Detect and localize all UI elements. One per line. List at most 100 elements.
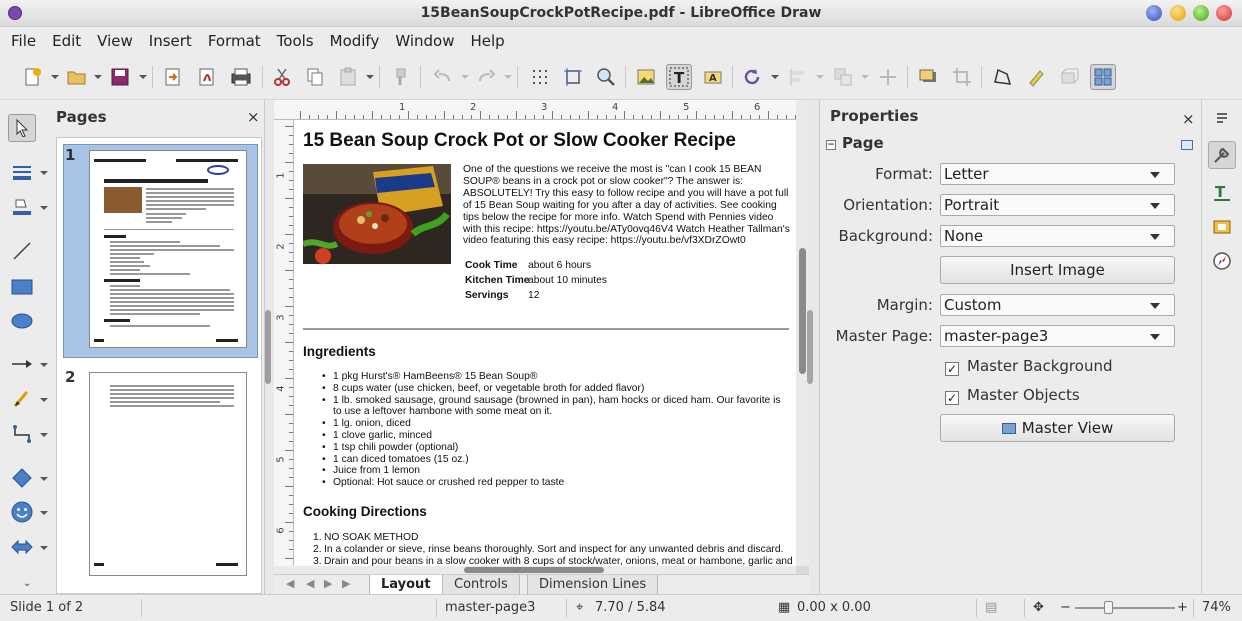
minimize-window-button[interactable]	[1170, 5, 1186, 21]
print-icon[interactable]	[228, 64, 254, 90]
rectangle-icon[interactable]	[8, 273, 36, 301]
select-icon[interactable]	[8, 114, 36, 142]
page-section-header[interactable]: − Page	[826, 134, 884, 152]
ingredients-list[interactable]: 1 pkg Hurst's® HamBeens® 15 Bean Soup®8 …	[322, 371, 792, 489]
collapse-icon[interactable]: −	[826, 140, 836, 150]
tab-layout[interactable]: Layout	[369, 575, 443, 595]
redo-icon[interactable]	[473, 64, 499, 90]
page-thumbnail-2[interactable]	[89, 372, 247, 576]
zoom-slider-handle[interactable]	[1104, 601, 1113, 614]
zoom-in-button[interactable]: +	[1177, 600, 1188, 615]
prev-tab-icon[interactable]: ◀	[306, 577, 314, 590]
horizontal-scrollbar[interactable]	[274, 566, 796, 574]
cut-icon[interactable]	[269, 64, 295, 90]
shadow-icon[interactable]	[915, 64, 941, 90]
more-options-icon[interactable]	[1181, 140, 1193, 150]
fontwork-icon[interactable]: A	[700, 64, 726, 90]
connector-icon[interactable]	[8, 420, 36, 448]
recipe-title[interactable]: 15 Bean Soup Crock Pot or Slow Cooker Re…	[303, 130, 736, 152]
helplines-icon[interactable]	[560, 64, 586, 90]
paste-icon[interactable]	[335, 64, 361, 90]
menu-help[interactable]: Help	[462, 32, 512, 50]
copy-icon[interactable]	[302, 64, 328, 90]
insert-image-button[interactable]: Insert Image	[940, 256, 1175, 284]
sidebar-menu-icon[interactable]	[1208, 104, 1236, 132]
zoom-pan-icon[interactable]	[593, 64, 619, 90]
checkmark-icon[interactable]: ✓	[945, 391, 959, 405]
block-arrows-icon[interactable]	[8, 533, 36, 561]
zoom-out-button[interactable]: −	[1060, 600, 1071, 615]
vertical-scroll-thumb[interactable]	[799, 248, 806, 374]
zoom-slider[interactable]	[1075, 607, 1175, 609]
last-tab-icon[interactable]: ▶	[342, 577, 350, 590]
first-tab-icon[interactable]: ◀	[286, 577, 294, 590]
styles-deck-icon[interactable]: T	[1208, 178, 1236, 206]
maximize-window-button[interactable]	[1193, 5, 1209, 21]
menu-view[interactable]: View	[89, 32, 141, 50]
image-icon[interactable]	[633, 64, 659, 90]
glue-icon[interactable]	[1023, 64, 1049, 90]
master-view-button[interactable]: Master View	[940, 414, 1175, 442]
grid-icon[interactable]	[527, 64, 553, 90]
left-panel-splitter[interactable]	[265, 310, 271, 384]
master-background-checkbox[interactable]: ✓ Master Background	[945, 357, 1112, 376]
vertical-ruler[interactable]: 1234567	[274, 120, 294, 566]
export-icon[interactable]	[160, 64, 186, 90]
next-tab-icon[interactable]: ▶	[324, 577, 332, 590]
menu-format[interactable]: Format	[200, 32, 269, 50]
fit-page-icon[interactable]: ✥	[1033, 600, 1044, 615]
recipe-intro[interactable]: One of the questions we receive the most…	[463, 164, 791, 247]
toggle-extrusion-icon[interactable]	[1056, 64, 1082, 90]
open-icon[interactable]	[64, 64, 90, 90]
menu-insert[interactable]: Insert	[141, 32, 200, 50]
pages-panel-close-button[interactable]: ×	[247, 108, 260, 126]
menu-tools[interactable]: Tools	[269, 32, 322, 50]
document-modified-icon[interactable]: ▤	[985, 600, 997, 615]
master-page-dropdown[interactable]: master-page3	[940, 325, 1175, 347]
page-thumbnail-1[interactable]	[89, 150, 247, 348]
line-color-icon[interactable]	[8, 158, 36, 186]
distribute-icon[interactable]	[875, 64, 901, 90]
align-icon[interactable]	[785, 64, 811, 90]
line-icon[interactable]	[8, 237, 36, 265]
close-window-button[interactable]	[1216, 5, 1232, 21]
display-views-icon[interactable]	[1090, 64, 1116, 90]
curve-icon[interactable]	[8, 385, 36, 413]
fill-color-icon[interactable]	[8, 193, 36, 221]
arrange-icon[interactable]	[830, 64, 856, 90]
clone-formatting-icon[interactable]	[388, 64, 414, 90]
directions-heading[interactable]: Cooking Directions	[303, 504, 427, 519]
tab-dimension-lines[interactable]: Dimension Lines	[527, 575, 659, 595]
orientation-dropdown[interactable]: Portrait	[940, 194, 1175, 216]
crop-icon[interactable]	[949, 64, 975, 90]
menu-file[interactable]: File	[3, 32, 44, 50]
master-objects-checkbox[interactable]: ✓ Master Objects	[945, 386, 1080, 405]
soup-photo[interactable]	[303, 164, 451, 264]
horizontal-ruler[interactable]: 1234567	[274, 100, 796, 120]
margin-dropdown[interactable]: Custom	[940, 294, 1175, 316]
basic-shapes-icon[interactable]	[8, 464, 36, 492]
checkmark-icon[interactable]: ✓	[945, 362, 959, 376]
format-dropdown[interactable]: Letter	[940, 163, 1175, 185]
page-content[interactable]: 15 Bean Soup Crock Pot or Slow Cooker Re…	[294, 120, 796, 566]
zoom-level[interactable]: 74%	[1202, 600, 1231, 615]
menu-edit[interactable]: Edit	[44, 32, 89, 50]
right-panel-splitter[interactable]	[807, 310, 813, 384]
horizontal-scroll-thumb[interactable]	[464, 567, 604, 573]
more-tools-chevron-icon[interactable]: ⌄	[23, 578, 31, 589]
shade-window-button[interactable]	[1146, 5, 1162, 21]
properties-deck-icon[interactable]	[1208, 141, 1236, 169]
arrow-line-icon[interactable]	[8, 350, 36, 378]
ingredients-heading[interactable]: Ingredients	[303, 344, 376, 359]
export-pdf-icon[interactable]	[194, 64, 220, 90]
navigator-deck-icon[interactable]	[1208, 247, 1236, 275]
textbox-icon[interactable]: T	[666, 64, 692, 90]
directions-list[interactable]: 1. NO SOAK METHOD 2. In a colander or sieve…	[313, 532, 793, 566]
rotate-icon[interactable]	[740, 64, 766, 90]
menu-window[interactable]: Window	[387, 32, 462, 50]
menu-modify[interactable]: Modify	[322, 32, 388, 50]
new-icon[interactable]	[20, 64, 46, 90]
symbol-shapes-icon[interactable]	[8, 498, 36, 526]
gallery-deck-icon[interactable]	[1208, 212, 1236, 240]
ellipse-icon[interactable]	[8, 307, 36, 335]
